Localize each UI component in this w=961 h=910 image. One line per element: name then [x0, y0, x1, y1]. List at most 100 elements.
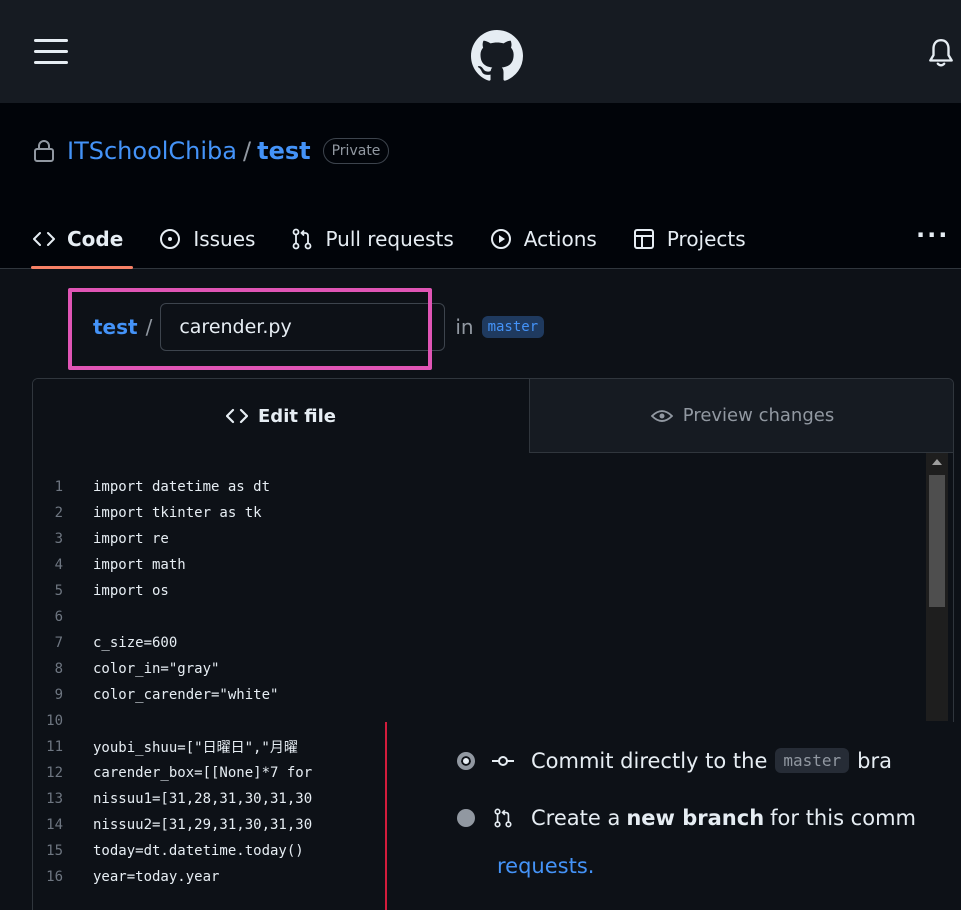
repo-owner-link[interactable]: ITSchoolChiba	[67, 137, 237, 165]
file-path-row: test / in master	[93, 302, 545, 352]
commit-new-branch-option[interactable]: Create a new branch for this comm	[457, 806, 916, 830]
line-number: 4	[54, 557, 63, 573]
code-line: 14 nissuu2=[31,29,31,30,31,30	[33, 812, 312, 838]
line-code: import datetime as dt	[93, 479, 271, 495]
tab-code[interactable]: Code	[30, 211, 134, 269]
issue-circle-icon	[160, 229, 181, 249]
filename-input[interactable]	[160, 303, 446, 351]
line-number: 10	[46, 713, 63, 729]
more-tabs-button[interactable]: ···	[916, 221, 949, 249]
line-code: youbi_shuu=["日曜日","月曜	[93, 740, 298, 756]
line-number: 5	[54, 583, 63, 599]
repo-title: ITSchoolChiba / test Private	[33, 131, 390, 171]
breadcrumb-separator: /	[145, 315, 153, 339]
line-number: 3	[54, 531, 63, 547]
tab-code-label: Code	[67, 227, 124, 251]
line-number: 15	[46, 843, 63, 859]
scroll-up-arrow-icon[interactable]	[932, 459, 942, 465]
line-number: 8	[54, 661, 63, 677]
line-number: 11	[46, 739, 63, 755]
code-line: 3 import re	[33, 526, 169, 552]
code-line: 7 c_size=600	[33, 630, 178, 656]
tab-projects[interactable]: Projects	[633, 211, 746, 267]
code-line: 13 nissuu1=[31,28,31,30,31,30	[33, 786, 312, 812]
line-code: import os	[93, 583, 169, 599]
tab-preview-changes-label: Preview changes	[682, 405, 835, 426]
pull-request-icon	[494, 808, 512, 828]
line-number: 14	[46, 817, 63, 833]
tab-edit-file-label: Edit file	[258, 405, 336, 427]
line-code: import tkinter as tk	[93, 505, 262, 521]
code-icon	[226, 408, 249, 424]
scroll-thumb[interactable]	[929, 475, 945, 607]
play-icon	[490, 229, 511, 249]
commit-direct-option[interactable]: Commit directly to the master bra	[457, 748, 892, 773]
commit-direct-suffix: bra	[857, 748, 893, 773]
table-icon	[633, 229, 654, 249]
tab-projects-label: Projects	[666, 227, 746, 251]
line-number: 6	[54, 609, 63, 625]
code-line: 11 youbi_shuu=["日曜日","月曜	[33, 734, 298, 760]
repo-name-link[interactable]: test	[257, 137, 311, 165]
visibility-badge: Private	[322, 138, 390, 164]
code-line: 12 carender_box=[[None]*7 for	[33, 760, 312, 786]
commit-new-branch-bold: new branch	[626, 806, 765, 830]
line-number: 7	[54, 635, 63, 651]
code-line: 15 today=dt.datetime.today()	[33, 838, 304, 864]
commit-new-branch-radio[interactable]	[457, 809, 475, 827]
in-label: in	[455, 315, 474, 339]
line-code: nissuu2=[31,29,31,30,31,30	[93, 817, 313, 833]
code-line: 16 year=today.year	[33, 864, 219, 890]
code-line: 10	[33, 708, 93, 734]
tab-preview-changes[interactable]: Preview changes	[529, 379, 953, 453]
repo-nav-tabs: Code Issues Pull requests Actions Projec…	[30, 211, 782, 269]
line-number: 1	[54, 479, 63, 495]
eye-icon	[650, 409, 673, 422]
code-line: 6	[33, 604, 93, 630]
code-line: 2 import tkinter as tk	[33, 500, 262, 526]
code-line: 5 import os	[33, 578, 169, 604]
tab-pull-requests-label: Pull requests	[325, 227, 454, 251]
commit-new-branch-suffix: for this comm	[770, 806, 916, 830]
tab-actions-label: Actions	[523, 227, 597, 251]
git-commit-icon	[492, 755, 514, 766]
hamburger-icon[interactable]	[34, 39, 68, 65]
line-code: carender_box=[[None]*7 for	[93, 765, 313, 781]
pull-request-icon	[293, 228, 312, 250]
line-number: 13	[46, 791, 63, 807]
line-code: color_carender="white"	[93, 687, 279, 703]
tab-issues-label: Issues	[193, 227, 256, 251]
tab-issues[interactable]: Issues	[159, 211, 255, 267]
github-logo-icon[interactable]	[471, 30, 523, 82]
repo-separator: /	[243, 137, 252, 165]
tab-edit-file[interactable]: Edit file	[33, 379, 529, 453]
top-header	[0, 0, 961, 103]
line-number: 9	[54, 687, 63, 703]
commit-direct-label: Commit directly to the	[531, 748, 768, 773]
line-code: nissuu1=[31,28,31,30,31,30	[93, 791, 313, 807]
line-code: import math	[93, 557, 186, 573]
branch-badge: master	[481, 316, 545, 338]
code-icon	[33, 232, 55, 246]
line-code: color_in="gray"	[93, 661, 220, 677]
line-number: 16	[46, 869, 63, 885]
line-code: import re	[93, 531, 169, 547]
line-code: today=dt.datetime.today()	[93, 843, 304, 859]
breadcrumb-repo-link[interactable]: test	[93, 315, 138, 339]
code-line: 9 color_carender="white"	[33, 682, 279, 708]
bell-icon[interactable]	[928, 38, 954, 68]
code-line: 8 color_in="gray"	[33, 656, 220, 682]
lock-icon	[34, 140, 54, 162]
repo-header: ITSchoolChiba / test Private Code Issues	[0, 103, 961, 269]
commit-options-panel: Commit directly to the master bra Create…	[385, 722, 961, 910]
commit-new-branch-prefix: Create a	[531, 806, 621, 830]
editor-scrollbar[interactable]	[926, 453, 948, 721]
commit-branch-code: master	[775, 748, 850, 773]
tab-actions[interactable]: Actions	[490, 211, 597, 267]
code-line: 1 import datetime as dt	[33, 474, 270, 500]
code-line: 4 import math	[33, 552, 186, 578]
line-code: year=today.year	[93, 869, 220, 885]
tab-pull-requests[interactable]: Pull requests	[291, 211, 454, 267]
commit-direct-radio[interactable]	[457, 751, 475, 770]
pull-requests-link[interactable]: requests.	[497, 854, 594, 878]
